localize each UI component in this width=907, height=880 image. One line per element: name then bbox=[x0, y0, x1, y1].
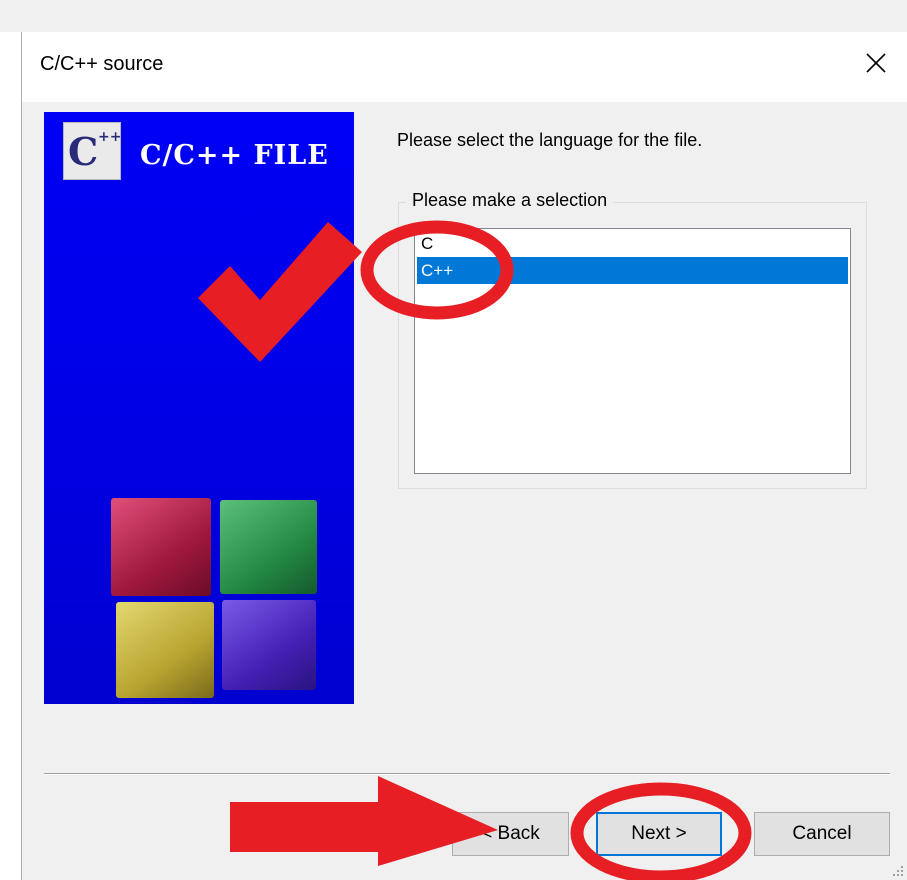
cube-green bbox=[220, 500, 317, 594]
close-button[interactable] bbox=[847, 32, 907, 102]
cpp-logo-icon: C ++ bbox=[63, 122, 121, 180]
title-bar: C/C++ source bbox=[22, 32, 907, 102]
back-button[interactable]: < Back bbox=[452, 812, 569, 856]
banner-title: C/C++ FILE bbox=[140, 140, 329, 171]
background-strip bbox=[0, 0, 907, 32]
list-item-cpp[interactable]: C++ bbox=[417, 257, 848, 284]
list-item-c[interactable]: C bbox=[417, 230, 848, 257]
groupbox-label: Please make a selection bbox=[406, 190, 614, 211]
next-button[interactable]: Next > bbox=[596, 812, 722, 856]
close-icon bbox=[866, 53, 886, 73]
wizard-banner: C ++ C/C++ FILE bbox=[44, 112, 354, 704]
dialog-title: C/C++ source bbox=[40, 53, 164, 75]
cube-purple bbox=[222, 600, 316, 690]
instruction-text: Please select the language for the file. bbox=[397, 130, 703, 150]
divider bbox=[44, 773, 890, 775]
source-dialog: C/C++ source C ++ C/C++ FILE Please sele… bbox=[21, 32, 907, 880]
cancel-button[interactable]: Cancel bbox=[754, 812, 890, 856]
cube-yellow bbox=[116, 602, 214, 698]
resize-grip-icon[interactable] bbox=[891, 864, 905, 878]
language-listbox[interactable]: C C++ bbox=[414, 228, 851, 474]
cube-red bbox=[111, 498, 211, 596]
